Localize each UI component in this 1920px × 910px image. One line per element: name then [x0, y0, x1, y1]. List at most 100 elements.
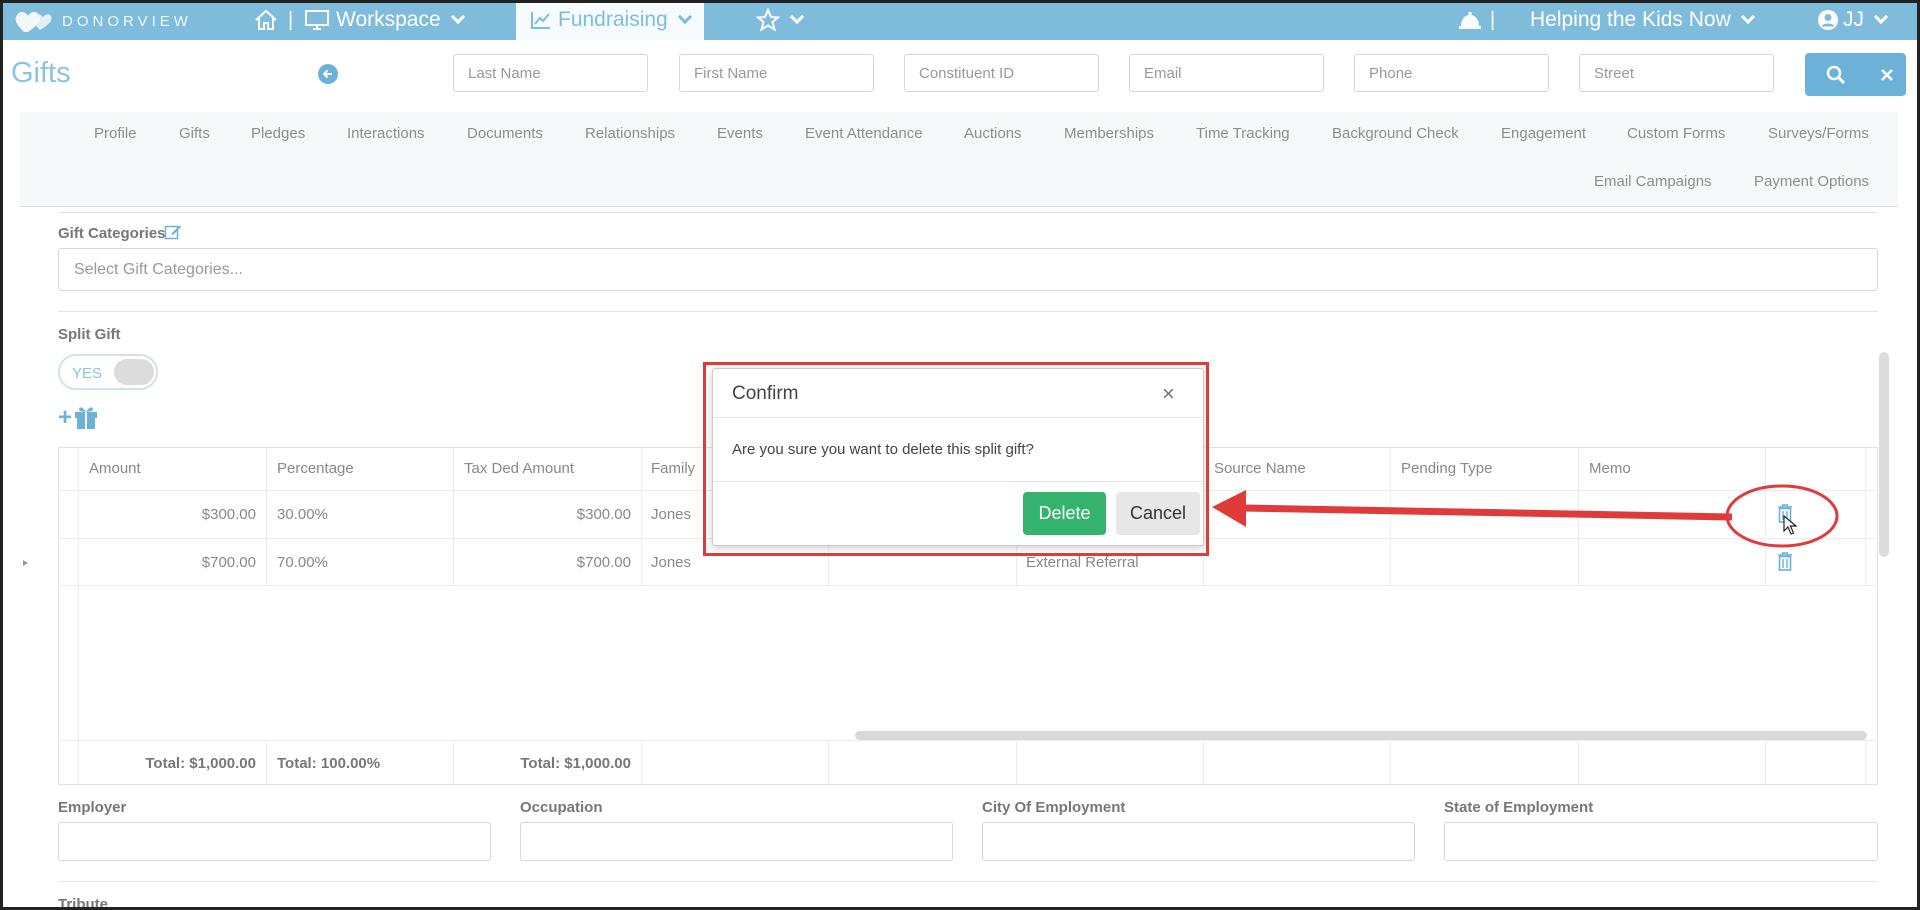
column-header-percentage[interactable]: Percentage — [277, 460, 354, 477]
divider — [58, 311, 1878, 312]
tab-payment-options[interactable]: Payment Options — [1754, 173, 1869, 190]
dialog-divider — [713, 481, 1203, 482]
search-icon[interactable] — [1826, 65, 1846, 85]
back-button[interactable] — [318, 64, 338, 84]
last-name-search-input[interactable] — [453, 54, 648, 92]
total-amount: Total: $1,000.00 — [145, 755, 256, 772]
occupation-label: Occupation — [520, 799, 603, 816]
fundraising-menu[interactable]: Fundraising — [516, 0, 704, 40]
column-header-tax-ded-amount[interactable]: Tax Ded Amount — [464, 460, 574, 477]
grid-col-divider — [266, 741, 267, 784]
tab-auctions[interactable]: Auctions — [964, 125, 1022, 142]
street-search-input[interactable] — [1579, 54, 1774, 92]
grid-col-divider — [1765, 448, 1766, 585]
total-percentage: Total: 100.00% — [277, 755, 381, 772]
grid-col-divider — [78, 448, 79, 784]
user-circle-icon — [1818, 10, 1838, 30]
clear-search-icon[interactable] — [1880, 68, 1894, 82]
cell-percentage[interactable]: 30.00% — [277, 506, 328, 523]
donorview-logo[interactable]: DONORVIEW — [14, 8, 192, 34]
split-gift-label: Split Gift — [58, 326, 121, 343]
plus-label: + — [58, 404, 73, 431]
page-vertical-scrollbar[interactable] — [1879, 352, 1889, 557]
close-icon[interactable]: × — [1162, 381, 1175, 407]
tab-relationships[interactable]: Relationships — [585, 125, 675, 142]
fundraising-label: Fundraising — [558, 8, 668, 31]
cell-tax-ded-amount[interactable]: $300.00 — [461, 506, 631, 523]
star-icon — [756, 8, 780, 32]
phone-search-input[interactable] — [1354, 54, 1549, 92]
cell-family[interactable]: Jones — [651, 506, 691, 523]
service-bell-button[interactable] — [1458, 0, 1482, 40]
grid-horizontal-scrollbar[interactable] — [855, 731, 1867, 740]
tab-profile[interactable]: Profile — [94, 125, 137, 142]
trash-icon[interactable] — [1777, 552, 1793, 571]
cancel-button[interactable]: Cancel — [1116, 492, 1200, 535]
tab-surveys-forms[interactable]: Surveys/Forms — [1768, 125, 1869, 142]
top-nav-bar: DONORVIEW | Workspace Fundraising | Help… — [0, 0, 1920, 40]
toggle-yes-label: YES — [72, 365, 103, 382]
cell-source[interactable]: External Referral — [1026, 554, 1139, 571]
city-of-employment-label: City Of Employment — [982, 799, 1126, 816]
dialog-divider — [713, 417, 1203, 418]
grid-col-divider — [641, 448, 642, 585]
delete-button[interactable]: Delete — [1023, 492, 1106, 535]
favorites-menu[interactable] — [756, 0, 805, 40]
organization-name: Helping the Kids Now — [1530, 8, 1731, 31]
grid-col-divider — [266, 448, 267, 585]
cell-tax-ded-amount[interactable]: $700.00 — [461, 554, 631, 571]
grid-col-divider — [1016, 741, 1017, 784]
first-name-search-input[interactable] — [679, 54, 874, 92]
mouse-cursor-icon — [1783, 515, 1797, 535]
tab-background-check[interactable]: Background Check — [1332, 125, 1459, 142]
workspace-menu[interactable]: Workspace — [304, 0, 465, 40]
tab-engagement[interactable]: Engagement — [1501, 125, 1586, 142]
grid-col-divider — [828, 741, 829, 784]
toggle-knob — [114, 359, 154, 385]
gift-icon — [75, 407, 97, 429]
tab-events[interactable]: Events — [717, 125, 763, 142]
cell-family[interactable]: Jones — [651, 554, 691, 571]
divider — [58, 212, 1878, 213]
tab-time-tracking[interactable]: Time Tracking — [1196, 125, 1290, 142]
chevron-down-icon — [677, 9, 692, 25]
constituent-id-search-input[interactable] — [904, 54, 1099, 92]
tab-email-campaigns[interactable]: Email Campaigns — [1594, 173, 1712, 190]
organization-menu[interactable]: Helping the Kids Now — [1530, 0, 1755, 40]
column-header-memo[interactable]: Memo — [1589, 460, 1631, 477]
split-gift-toggle[interactable]: YES — [58, 354, 158, 390]
edit-icon[interactable] — [164, 223, 182, 241]
column-header-source-name[interactable]: Source Name — [1214, 460, 1306, 477]
occupation-field[interactable] — [520, 822, 953, 861]
employer-field[interactable] — [58, 822, 491, 861]
column-header-pending-type[interactable]: Pending Type — [1401, 460, 1492, 477]
user-initials: JJ — [1843, 8, 1864, 31]
tab-pledges[interactable]: Pledges — [251, 125, 305, 142]
tab-gifts[interactable]: Gifts — [179, 125, 210, 142]
cell-amount[interactable]: $300.00 — [86, 506, 256, 523]
logo-text: DONORVIEW — [62, 12, 192, 30]
gift-categories-select[interactable]: Select Gift Categories... — [58, 248, 1878, 291]
row-expand-caret-icon[interactable] — [23, 560, 28, 566]
trend-chart-icon — [531, 12, 550, 29]
state-of-employment-field[interactable] — [1444, 822, 1878, 861]
city-of-employment-field[interactable] — [982, 822, 1415, 861]
tab-custom-forms[interactable]: Custom Forms — [1627, 125, 1725, 142]
grid-col-divider — [453, 448, 454, 585]
email-search-input[interactable] — [1129, 54, 1324, 92]
column-header-amount[interactable]: Amount — [89, 460, 141, 477]
total-tax-ded-amount: Total: $1,000.00 — [520, 755, 631, 772]
user-menu[interactable]: JJ — [1817, 0, 1889, 40]
tab-interactions[interactable]: Interactions — [347, 125, 425, 142]
dialog-message: Are you sure you want to delete this spl… — [732, 441, 1034, 458]
home-button[interactable] — [254, 0, 278, 40]
column-header-family[interactable]: Family — [651, 460, 695, 477]
tab-event-attendance[interactable]: Event Attendance — [805, 125, 923, 142]
tab-memberships[interactable]: Memberships — [1064, 125, 1154, 142]
grid-row-divider — [58, 585, 1878, 586]
cell-percentage[interactable]: 70.00% — [277, 554, 328, 571]
home-icon — [255, 9, 277, 30]
tab-documents[interactable]: Documents — [467, 125, 543, 142]
arrow-left-icon — [322, 69, 332, 79]
cell-amount[interactable]: $700.00 — [86, 554, 256, 571]
